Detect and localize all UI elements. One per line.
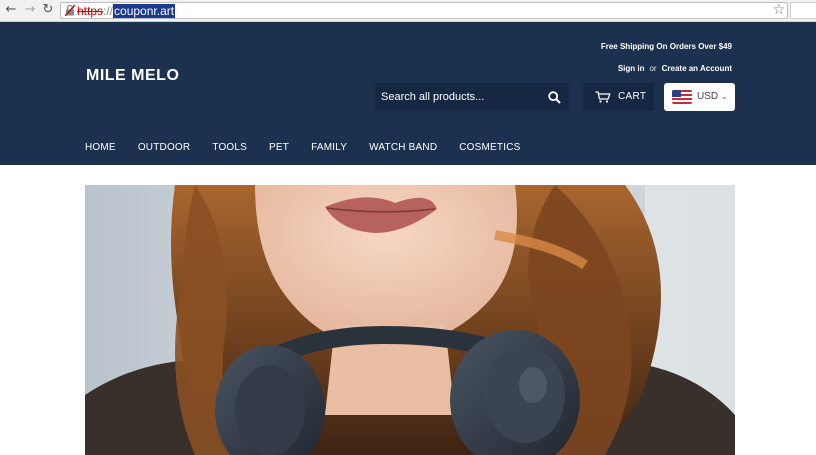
currency-value: USD: [697, 91, 719, 102]
currency-selector[interactable]: USD ⌄: [664, 83, 735, 111]
cart-button[interactable]: CART: [583, 83, 654, 111]
url-separator: ://: [103, 4, 114, 18]
site-header: MILE MELO Free Shipping On Orders Over $…: [0, 22, 816, 165]
nav-item-home[interactable]: HOME: [85, 142, 116, 153]
hero-illustration: [85, 185, 735, 455]
or-text: or: [649, 64, 657, 73]
create-account-link[interactable]: Create an Account: [662, 64, 732, 73]
extension-area: [790, 2, 816, 19]
nav-item-pet[interactable]: PET: [269, 142, 289, 153]
browser-toolbar: ← → ↻ https://couponr.art ☆: [0, 0, 816, 22]
nav-item-watch-band[interactable]: WATCH BAND: [369, 142, 437, 153]
account-links: Sign in or Create an Account: [618, 64, 732, 73]
nav-item-tools[interactable]: TOOLS: [212, 142, 247, 153]
cart-label: CART: [618, 91, 647, 102]
reload-icon[interactable]: ↻: [41, 3, 55, 17]
chevron-down-icon: ⌄: [721, 92, 728, 101]
back-icon[interactable]: ←: [4, 3, 18, 17]
insecure-lock-icon: [65, 5, 75, 16]
sign-in-link[interactable]: Sign in: [618, 64, 645, 73]
forward-icon[interactable]: →: [23, 3, 37, 17]
shipping-notice: Free Shipping On Orders Over $49: [600, 42, 732, 51]
hero-banner-image[interactable]: [85, 185, 735, 455]
site-logo[interactable]: MILE MELO: [86, 67, 179, 85]
search-icon[interactable]: [548, 91, 561, 104]
nav-item-cosmetics[interactable]: COSMETICS: [459, 142, 520, 153]
nav-item-outdoor[interactable]: OUTDOOR: [138, 142, 191, 153]
cart-icon: [595, 91, 611, 103]
url-scheme: https: [77, 4, 104, 18]
bookmark-star-icon[interactable]: ☆: [772, 3, 785, 18]
us-flag-icon: [672, 90, 692, 104]
nav-item-family[interactable]: FAMILY: [311, 142, 347, 153]
address-bar[interactable]: https://couponr.art ☆: [60, 2, 788, 19]
url-host: couponr.art: [113, 4, 176, 18]
main-navigation: HOME OUTDOOR TOOLS PET FAMILY WATCH BAND…: [85, 142, 543, 153]
search-form: [375, 83, 569, 111]
search-input[interactable]: [375, 83, 543, 111]
url-text[interactable]: https://couponr.art: [77, 4, 176, 18]
